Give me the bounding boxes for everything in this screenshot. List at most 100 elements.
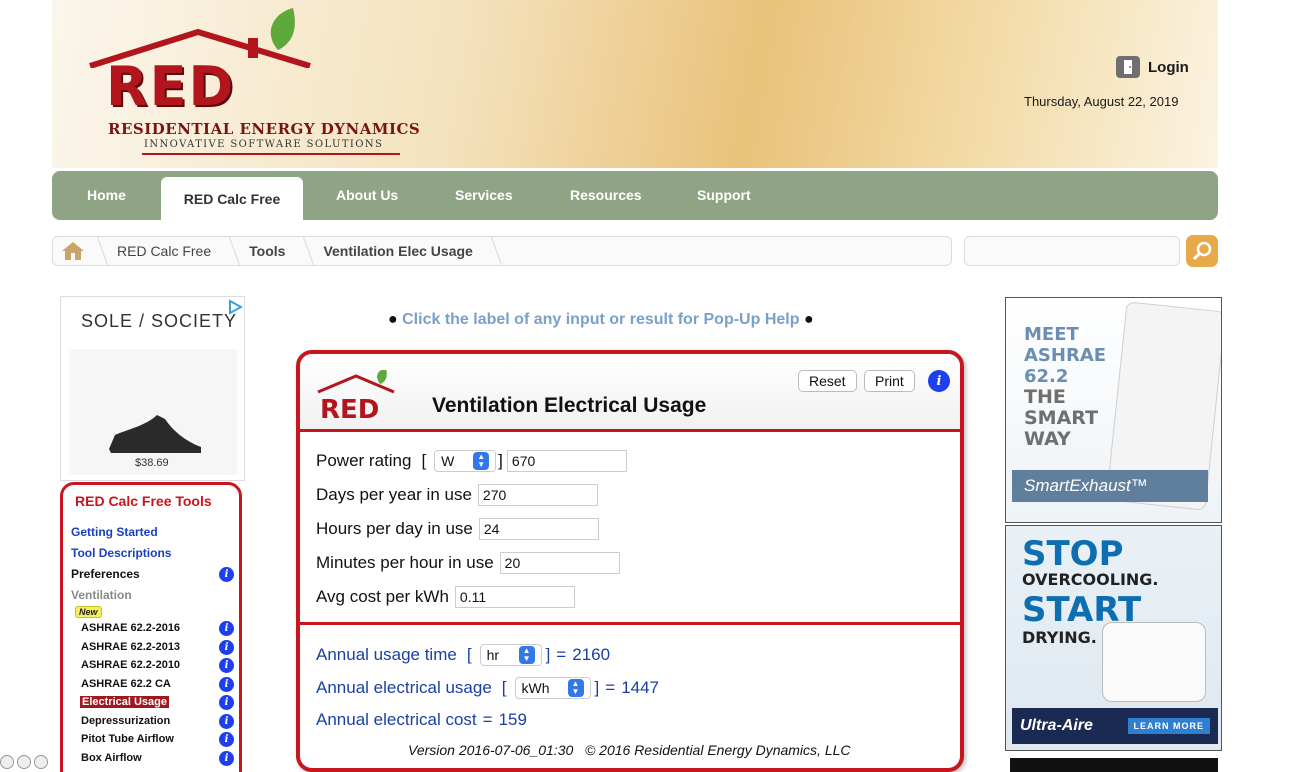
- preferences-info-icon[interactable]: i: [219, 567, 234, 582]
- logo-wordmark: RED: [106, 55, 236, 118]
- info-icon[interactable]: i: [219, 751, 234, 766]
- electrical-usage-unit-value: kWh: [521, 680, 550, 696]
- print-button[interactable]: Print: [864, 370, 915, 392]
- breadcrumb-current: Ventilation Elec Usage: [323, 243, 473, 259]
- hours-per-day-label[interactable]: Hours per day in use: [316, 519, 473, 539]
- nav-resources[interactable]: Resources: [570, 187, 642, 203]
- tool-ashrae-2010[interactable]: ASHRAE 62.2-2010: [81, 659, 180, 671]
- annual-usage-time-label[interactable]: Annual usage time: [316, 645, 457, 665]
- info-icon[interactable]: i: [219, 695, 234, 710]
- annual-electrical-usage-value: 1447: [621, 678, 660, 697]
- info-icon[interactable]: i: [219, 621, 234, 636]
- ad-overcooling: OVERCOOLING.: [1022, 570, 1159, 589]
- tool-electrical-usage[interactable]: Electrical Usage: [80, 696, 169, 708]
- ad-line: 62.2: [1024, 366, 1069, 387]
- forward-arrow-icon[interactable]: [34, 755, 48, 769]
- ad-footer: Ultra-Aire LEARN MORE: [1012, 708, 1218, 744]
- search-button[interactable]: [1186, 235, 1218, 267]
- nav-support[interactable]: Support: [697, 187, 751, 203]
- power-rating-input[interactable]: [506, 450, 627, 472]
- calculator-title: Ventilation Electrical Usage: [432, 394, 707, 417]
- avg-cost-row: Avg cost per kWh: [316, 586, 575, 608]
- ad-start: START: [1022, 590, 1142, 630]
- tool-ashrae-2016[interactable]: ASHRAE 62.2-2016: [81, 622, 180, 634]
- version-text: Version 2016-07-06_01:30: [408, 742, 574, 758]
- info-icon[interactable]: i: [219, 640, 234, 655]
- nav-services[interactable]: Services: [455, 187, 513, 203]
- days-per-year-label[interactable]: Days per year in use: [316, 485, 472, 505]
- ad-sole-society[interactable]: SOLE / SOCIETY $38.69: [60, 296, 245, 481]
- days-per-year-input[interactable]: [477, 484, 598, 506]
- dehumidifier-image: [1102, 622, 1206, 702]
- ad-line: SMART: [1024, 407, 1099, 429]
- login-link[interactable]: Login: [1116, 56, 1189, 78]
- more-icon[interactable]: [17, 755, 31, 769]
- shoe-icon: [109, 415, 201, 453]
- calculator-card: RED Ventilation Electrical Usage Reset P…: [296, 350, 964, 772]
- nav-red-calc-free[interactable]: RED Calc Free: [161, 177, 303, 220]
- chat-icon[interactable]: [0, 755, 14, 769]
- ad-product-band: SmartExhaust™: [1012, 470, 1208, 502]
- ad-line: MEET: [1024, 324, 1079, 345]
- calculator-info-icon[interactable]: i: [928, 370, 950, 392]
- ad-smart-exhaust[interactable]: MEET ASHRAE 62.2 THE SMART WAY SmartExha…: [1005, 297, 1222, 523]
- bullet-icon: ●: [803, 311, 814, 328]
- tool-ashrae-2013[interactable]: ASHRAE 62.2-2013: [81, 641, 180, 653]
- power-unit-select[interactable]: W ▲ ▼: [434, 450, 497, 472]
- annual-electrical-cost-label[interactable]: Annual electrical cost: [316, 710, 477, 730]
- breadcrumb-red-calc-free[interactable]: RED Calc Free: [103, 237, 225, 265]
- avg-cost-label[interactable]: Avg cost per kWh: [316, 587, 449, 607]
- tool-ashrae-ca[interactable]: ASHRAE 62.2 CA: [81, 678, 171, 690]
- search-input[interactable]: [964, 236, 1180, 266]
- select-arrows-icon: ▲ ▼: [473, 452, 490, 470]
- info-icon[interactable]: i: [219, 714, 234, 729]
- ad-line: THE: [1024, 386, 1066, 408]
- minutes-per-hour-label[interactable]: Minutes per hour in use: [316, 553, 494, 573]
- ad-brand: SOLE / SOCIETY: [81, 311, 238, 331]
- adchoices-icon[interactable]: [227, 299, 243, 315]
- tool-pitot-tube[interactable]: Pitot Tube Airflow: [81, 733, 174, 745]
- usage-time-unit-select[interactable]: hr ▲ ▼: [479, 644, 542, 666]
- tool-descriptions-link[interactable]: Tool Descriptions: [71, 546, 171, 560]
- section-divider: [300, 622, 960, 625]
- hours-per-day-input[interactable]: [478, 518, 599, 540]
- equals-sign: =: [556, 645, 567, 664]
- ad-placeholder[interactable]: [1010, 758, 1218, 772]
- ad-ultra-aire[interactable]: STOP OVERCOOLING. START DRYING. Ultra-Ai…: [1005, 525, 1222, 751]
- equals-sign: =: [605, 678, 616, 697]
- info-icon[interactable]: i: [219, 732, 234, 747]
- annual-electrical-usage-label[interactable]: Annual electrical usage: [316, 678, 492, 698]
- breadcrumb-home[interactable]: [53, 237, 93, 265]
- tool-box-airflow[interactable]: Box Airflow: [81, 752, 142, 764]
- nav-home[interactable]: Home: [87, 187, 126, 203]
- electrical-usage-unit-select[interactable]: kWh ▲ ▼: [514, 677, 591, 699]
- tools-panel: RED Calc Free Tools Getting Started Tool…: [60, 482, 242, 772]
- info-icon[interactable]: i: [219, 677, 234, 692]
- annual-usage-time-row: Annual usage time [ hr ▲ ▼ ] = 2160: [316, 644, 610, 666]
- power-rating-label[interactable]: Power rating: [316, 451, 411, 471]
- nav-about-us[interactable]: About Us: [336, 187, 398, 203]
- ad-price: $38.69: [135, 457, 169, 469]
- annual-electrical-cost-value: 159: [498, 710, 527, 729]
- minutes-per-hour-input[interactable]: [499, 552, 620, 574]
- tool-depressurization[interactable]: Depressurization: [81, 715, 170, 727]
- red-logo[interactable]: RED Residential Energy Dynamics Innovati…: [88, 8, 420, 158]
- main-nav: Home RED Calc Free About Us Services Res…: [52, 171, 1218, 220]
- bracket-open: [: [466, 645, 472, 664]
- preferences-link[interactable]: Preferences: [71, 567, 140, 581]
- bracket-open: [: [421, 451, 427, 470]
- current-date: Thursday, August 22, 2019: [1024, 94, 1179, 109]
- usage-time-unit-value: hr: [486, 647, 500, 663]
- tools-title: RED Calc Free Tools: [75, 493, 212, 509]
- info-icon[interactable]: i: [219, 658, 234, 673]
- breadcrumb-tools[interactable]: Tools: [235, 237, 299, 265]
- avg-cost-input[interactable]: [454, 586, 575, 608]
- reset-button[interactable]: Reset: [798, 370, 857, 392]
- learn-more-button[interactable]: LEARN MORE: [1127, 718, 1210, 734]
- calculator-logo-text: RED: [320, 395, 379, 420]
- hours-per-day-row: Hours per day in use: [316, 518, 599, 540]
- days-per-year-row: Days per year in use: [316, 484, 598, 506]
- hint-text: Click the label of any input or result f…: [402, 311, 800, 328]
- equals-sign: =: [482, 710, 493, 729]
- getting-started-link[interactable]: Getting Started: [71, 525, 158, 539]
